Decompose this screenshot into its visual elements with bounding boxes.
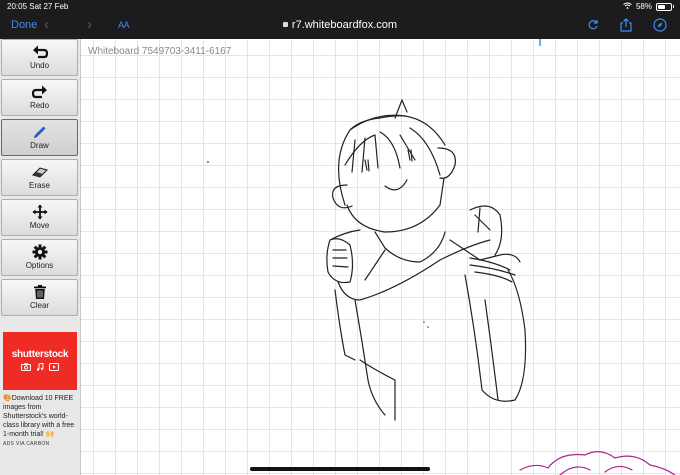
ad-text[interactable]: 🎨Download 10 FREE images from Shuttersto… (3, 394, 77, 439)
redo-label: Redo (29, 101, 50, 110)
lock-icon (282, 22, 288, 27)
ad-brand: shutterstock (11, 349, 69, 360)
pencil-icon (33, 126, 45, 138)
ad-banner[interactable]: shutterstock (3, 332, 77, 390)
status-right: 58% (623, 2, 674, 11)
ad-icons (3, 363, 77, 371)
move-icon (32, 204, 47, 220)
draw-label: Draw (30, 141, 49, 150)
status-time: 20:05 Sat 27 Feb (7, 2, 69, 11)
draw-button[interactable]: Draw (1, 119, 78, 156)
compass-icon[interactable] (652, 17, 668, 33)
sketch-drawing (207, 39, 676, 475)
music-note-icon (36, 363, 44, 371)
browser-toolbar: Done ‹ › AA r7.whiteboardfox.com (0, 14, 680, 39)
erase-button[interactable]: Erase (1, 159, 78, 196)
tool-panel: Undo Redo Draw Erase Move Options Clear … (0, 39, 81, 475)
ad-block: shutterstock 🎨Download 10 FREE images fr… (3, 332, 77, 456)
move-label: Move (29, 221, 50, 230)
options-label: Options (25, 261, 54, 270)
redo-button[interactable]: Redo (1, 79, 78, 116)
clear-label: Clear (29, 301, 50, 310)
status-bar: 20:05 Sat 27 Feb 58% (0, 0, 680, 14)
clear-button[interactable]: Clear (1, 279, 78, 316)
options-button[interactable]: Options (1, 239, 78, 276)
eraser-icon (31, 167, 48, 178)
battery-icon (656, 2, 674, 11)
undo-label: Undo (29, 61, 50, 70)
redo-icon (31, 85, 47, 99)
share-icon[interactable] (618, 17, 634, 33)
camera-icon (21, 363, 31, 371)
undo-button[interactable]: Undo (1, 39, 78, 76)
battery-percent: 58% (635, 2, 652, 11)
whiteboard-canvas[interactable]: Whiteboard 7549703-3411-6167 (81, 39, 680, 475)
address-bar[interactable]: r7.whiteboardfox.com (0, 19, 680, 31)
gear-icon (32, 244, 47, 260)
wifi-icon (623, 2, 632, 11)
undo-icon (32, 45, 48, 59)
trash-icon (33, 285, 46, 299)
home-indicator (250, 467, 430, 471)
url-text: r7.whiteboardfox.com (291, 19, 398, 31)
reload-icon[interactable] (585, 17, 601, 33)
play-icon (49, 363, 59, 371)
move-button[interactable]: Move (1, 199, 78, 236)
ad-via-label[interactable]: ADS VIA CARBON (3, 441, 77, 447)
erase-label: Erase (29, 181, 50, 190)
